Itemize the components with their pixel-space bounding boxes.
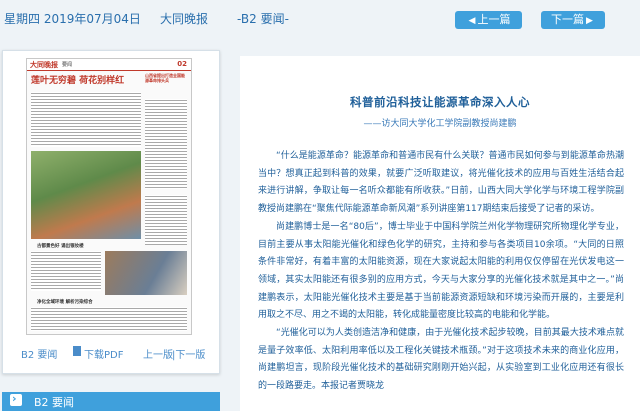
page-thumbnail[interactable]: 大同晚报 要闻 02 莲叶无穷碧 荷花别样红 山西省提出打造全国能源革命排头兵 … bbox=[26, 58, 192, 335]
text-block bbox=[31, 307, 187, 331]
issue-date: 星期四 2019年07月04日 bbox=[4, 12, 141, 26]
next-page-link[interactable]: |下一版 bbox=[172, 346, 205, 361]
chevron-right-icon: ▶ bbox=[586, 16, 593, 26]
thumbnail-photo bbox=[105, 251, 187, 295]
thumbnail-side-headline: 山西省提出打造全国能源革命排头兵 bbox=[145, 73, 185, 83]
article-paragraph: “什么是能源革命？能源革命和普通市民有什么关联？普通市民如何参与到能源革命热潮当… bbox=[258, 151, 624, 215]
text-block bbox=[31, 92, 141, 147]
section-bar[interactable]: › B2 要闻 bbox=[2, 392, 220, 411]
thumbnail-headline: 莲叶无穷碧 荷花别样红 bbox=[31, 76, 125, 86]
article-body: “什么是能源革命？能源革命和普通市民有什么关联？普通市民如何参与到能源革命热潮当… bbox=[258, 148, 624, 396]
page-link[interactable]: B2 要闻 bbox=[21, 346, 57, 361]
newspaper-name: 大同晚报 bbox=[160, 12, 209, 26]
article-title: 科普前沿科技让能源革命深入人心 bbox=[350, 95, 530, 109]
chevron-left-icon: ◀ bbox=[468, 16, 476, 26]
article-paragraph: “光催化可以为人类创造洁净和健康，由于光催化技术起步较晚，目前其最大技术难点就是… bbox=[258, 328, 624, 392]
next-article-button[interactable]: 下一篇 ▶ bbox=[541, 11, 605, 29]
text-block bbox=[145, 99, 187, 189]
article-paragraph: 尚建鹏博士是一名“80后”，博士毕业于中国科学院兰州化学物理研究所物理化学专业，… bbox=[258, 221, 624, 321]
thumbnail-masthead: 大同晚报 要闻 02 bbox=[27, 59, 191, 71]
prev-page-link[interactable]: 上一版 bbox=[143, 346, 173, 361]
download-pdf-link[interactable]: 下载PDF bbox=[84, 346, 123, 361]
section-label: B2 要闻 bbox=[34, 396, 75, 409]
thumbnail-page-no: 02 bbox=[177, 60, 187, 68]
text-block bbox=[31, 251, 101, 291]
top-bar: 星期四 2019年07月04日 大同晚报 -B2 要闻- ◀ 上一篇 下一篇 ▶ bbox=[0, 0, 640, 38]
thumbnail-caption: 古都景色好 诵出银妆楼 bbox=[37, 244, 84, 249]
text-block bbox=[145, 195, 187, 245]
chevron-right-icon: › bbox=[10, 392, 22, 406]
prev-article-button[interactable]: ◀ 上一篇 bbox=[455, 11, 522, 29]
newspaper-logo: 大同晚报 bbox=[30, 61, 58, 69]
pdf-download-icon bbox=[73, 346, 81, 356]
thumbnail-section: 要闻 bbox=[62, 62, 73, 68]
thumbnail-photo bbox=[31, 151, 141, 239]
thumbnail-caption: 净化全域环境 解析污染综合 bbox=[37, 300, 93, 305]
page-label: -B2 要闻- bbox=[237, 12, 289, 26]
article-panel: 科普前沿科技让能源革命深入人心 ——访大同大学化工学院副教授尚建鹏 “什么是能源… bbox=[240, 56, 640, 411]
article-subtitle: ——访大同大学化工学院副教授尚建鹏 bbox=[363, 119, 517, 129]
